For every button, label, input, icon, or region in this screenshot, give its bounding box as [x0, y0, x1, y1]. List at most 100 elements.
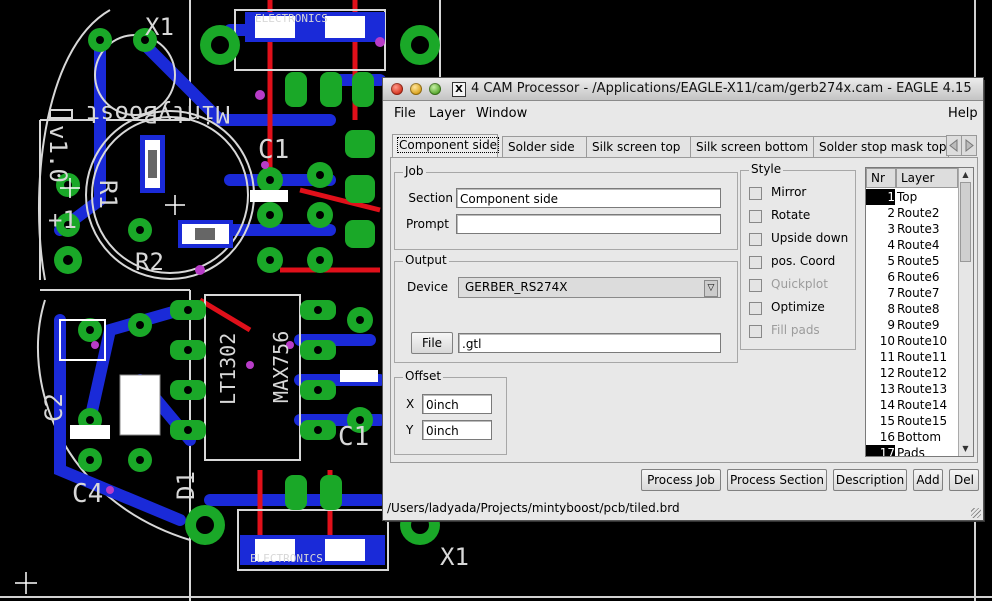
layer-row[interactable]: 11 Route11	[866, 349, 958, 365]
silk-x1-bottom: X1	[440, 543, 469, 571]
tab-silk-screen-top[interactable]: Silk screen top	[586, 136, 692, 158]
status-bar-path: /Users/ladyada/Projects/mintyboost/pcb/t…	[387, 501, 680, 515]
style-checkbox[interactable]	[749, 302, 762, 315]
layer-number: 8	[887, 302, 895, 316]
add-button[interactable]: Add	[913, 469, 943, 491]
file-button[interactable]: File	[411, 332, 453, 354]
tab-component-side[interactable]: Component side	[392, 134, 500, 158]
layer-name: Route14	[897, 398, 948, 412]
layer-row[interactable]: 8 Route8	[866, 301, 958, 317]
layer-number: 12	[879, 366, 895, 380]
style-group: Style Mirror Rotate Upside down pos. Coord Q…	[740, 162, 856, 350]
layer-row[interactable]: 9 Route9	[866, 317, 958, 333]
close-window-button[interactable]	[391, 83, 403, 95]
style-group-label: Style	[749, 162, 784, 176]
process-job-button[interactable]: Process Job	[641, 469, 721, 491]
menu-help[interactable]: Help	[948, 106, 978, 121]
menu-file[interactable]: File	[394, 106, 416, 121]
prompt-input[interactable]	[456, 214, 721, 234]
layer-row[interactable]: 5 Route5	[866, 253, 958, 269]
layer-name: Route4	[897, 238, 940, 252]
layer-row[interactable]: 7 Route7	[866, 285, 958, 301]
layer-name: Route5	[897, 254, 940, 268]
layer-name: Route8	[897, 302, 940, 316]
style-checkbox[interactable]	[749, 187, 762, 200]
resize-grip-icon[interactable]	[971, 508, 981, 518]
layer-number: 10	[879, 334, 895, 348]
layer-list-scrollbar[interactable]: ▲ ▼	[958, 168, 973, 456]
silk-r2: R2	[135, 248, 164, 276]
layer-name: Route2	[897, 206, 940, 220]
tab-solder-stop-mask-top[interactable]: Solder stop mask top	[813, 136, 949, 158]
silk-c1-top: C1	[258, 135, 289, 165]
layer-name: Bottom	[897, 430, 942, 444]
style-checkbox[interactable]	[749, 210, 762, 223]
style-option-label: Quickplot	[771, 277, 828, 291]
offset-x-input[interactable]: 0inch	[422, 394, 492, 414]
layer-number: 16	[879, 430, 895, 444]
device-select-value: GERBER_RS274X	[465, 280, 568, 294]
layer-row[interactable]: 6 Route6	[866, 269, 958, 285]
layer-row[interactable]: 12 Route12	[866, 365, 958, 381]
maximize-window-button[interactable]	[429, 83, 441, 95]
tab-scroll-left-icon[interactable]	[946, 135, 962, 156]
layer-header-layer[interactable]: Layer	[896, 168, 958, 188]
layer-header-nr[interactable]: Nr	[866, 168, 896, 188]
minimize-window-button[interactable]	[410, 83, 422, 95]
layer-name: Route6	[897, 270, 940, 284]
offset-group: Offset X 0inch Y 0inch	[394, 369, 507, 455]
device-label: Device	[406, 280, 448, 294]
layer-number: 4	[887, 238, 895, 252]
menu-window[interactable]: Window	[476, 106, 527, 121]
style-checkbox	[749, 279, 762, 292]
silk-ic1: LT1302	[216, 333, 240, 405]
chevron-down-icon: ▽	[704, 280, 718, 297]
style-checkbox[interactable]	[749, 256, 762, 269]
layer-row[interactable]: 4 Route4	[866, 237, 958, 253]
del-button[interactable]: Del	[949, 469, 979, 491]
silk-c1-bottom: C1	[338, 422, 369, 452]
tab-label: Component side	[396, 137, 500, 153]
layer-row[interactable]: 14 Route14	[866, 397, 958, 413]
title-bar[interactable]: X 4 CAM Processor - /Applications/EAGLE-…	[383, 78, 983, 101]
layer-name: Route13	[897, 382, 948, 396]
layer-row[interactable]: 2 Route2	[866, 205, 958, 221]
layer-number: 17	[866, 445, 895, 456]
process-section-button[interactable]: Process Section	[727, 469, 827, 491]
layer-number: 2	[887, 206, 895, 220]
silk-brand: MintyBoost	[86, 100, 231, 128]
scroll-down-icon[interactable]: ▼	[960, 443, 971, 455]
silk-r1: R1	[94, 180, 122, 209]
device-select[interactable]: GERBER_RS274X ▽	[458, 277, 721, 298]
menu-layer[interactable]: Layer	[429, 106, 465, 121]
layer-number: 9	[887, 318, 895, 332]
layer-list[interactable]: Nr Layer 1 Top 2 Route2 3 Route3 4 Route4 5 Route…	[865, 167, 974, 457]
layer-name: Pads	[897, 446, 925, 457]
tab-silk-screen-bottom[interactable]: Silk screen bottom	[690, 136, 815, 158]
cam-processor-window: X 4 CAM Processor - /Applications/EAGLE-…	[383, 78, 983, 520]
layer-number: 13	[879, 382, 895, 396]
tab-scroll-right-icon[interactable]	[961, 135, 977, 156]
layer-row[interactable]: 1 Top	[866, 189, 958, 205]
layer-row[interactable]: 13 Route13	[866, 381, 958, 397]
output-group: Output Device GERBER_RS274X ▽ File .gtl	[394, 253, 738, 363]
scrollbar-thumb[interactable]	[960, 182, 971, 262]
layer-name: Route7	[897, 286, 940, 300]
file-input[interactable]: .gtl	[458, 333, 721, 353]
layer-name: Route10	[897, 334, 948, 348]
offset-y-input[interactable]: 0inch	[422, 420, 492, 440]
layer-row[interactable]: 17 Pads	[866, 445, 958, 457]
description-button[interactable]: Description	[833, 469, 907, 491]
section-input[interactable]: Component side	[456, 188, 721, 208]
layer-row[interactable]: 3 Route3	[866, 221, 958, 237]
layer-row[interactable]: 16 Bottom	[866, 429, 958, 445]
silk-electronics-bottom: ELECTRONICS	[250, 552, 323, 565]
output-group-label: Output	[403, 253, 449, 267]
style-checkbox[interactable]	[749, 233, 762, 246]
menu-bar: File Layer Window Help	[383, 101, 983, 123]
tab-solder-side[interactable]: Solder side	[502, 136, 590, 158]
scroll-up-icon[interactable]: ▲	[960, 169, 971, 181]
layer-row[interactable]: 10 Route10	[866, 333, 958, 349]
layer-row[interactable]: 15 Route15	[866, 413, 958, 429]
layer-number: 3	[887, 222, 895, 236]
